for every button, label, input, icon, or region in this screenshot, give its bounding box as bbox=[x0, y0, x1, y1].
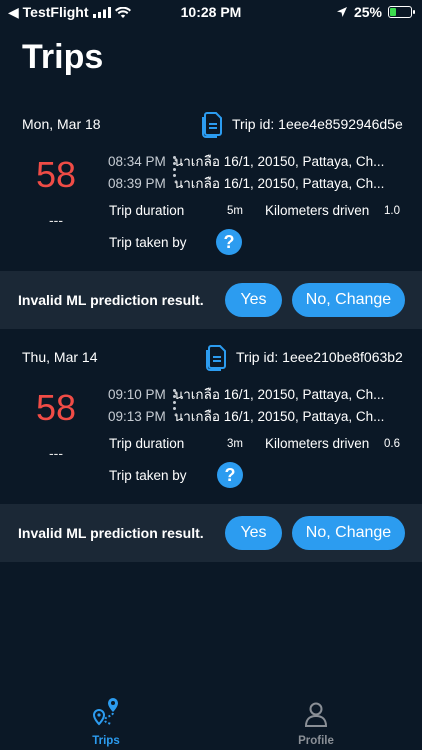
yes-button[interactable]: Yes bbox=[225, 516, 282, 550]
trip-score-sub: --- bbox=[49, 445, 63, 461]
location-arrow-icon bbox=[336, 7, 347, 17]
duration-label: Trip duration bbox=[109, 203, 185, 218]
tab-trips-label: Trips bbox=[92, 735, 120, 747]
trip-start-address: นาเกลือ 16/1, 20150, Pattaya, Ch... bbox=[174, 387, 385, 402]
trip-card[interactable]: Thu, Mar 14 Trip id: 1eee210be8f063b2 58… bbox=[0, 333, 422, 503]
tab-bar: Trips Profile bbox=[0, 690, 422, 750]
battery-icon bbox=[388, 6, 415, 18]
trip-score-sub: --- bbox=[49, 212, 63, 228]
trip-end-time: 08:39 PM bbox=[108, 175, 166, 191]
prediction-text: Invalid ML prediction result. bbox=[18, 292, 204, 308]
trip-end-address: นาเกลือ 16/1, 20150, Pattaya, Ch... bbox=[174, 176, 385, 191]
trip-card[interactable]: Mon, Mar 18 Trip id: 1eee4e8592946d5e 58… bbox=[0, 100, 422, 270]
trip-id-text: Trip id: 1eee4e8592946d5e bbox=[232, 116, 403, 132]
trip-date: Thu, Mar 14 bbox=[22, 349, 98, 365]
duration-label: Trip duration bbox=[109, 436, 185, 451]
tab-profile[interactable]: Profile bbox=[276, 700, 356, 747]
trip-start-time: 09:10 PM bbox=[108, 386, 166, 402]
prediction-text: Invalid ML prediction result. bbox=[18, 525, 204, 541]
trip-start: 09:10 PM นาเกลือ 16/1, 20150, Pattaya, C… bbox=[108, 383, 384, 405]
trip-start: 08:34 PM นาเกลือ 16/1, 20150, Pattaya, C… bbox=[108, 150, 384, 172]
prediction-bar: Invalid ML prediction result. Yes No, Ch… bbox=[0, 504, 422, 562]
trip-date: Mon, Mar 18 bbox=[22, 116, 101, 132]
help-icon[interactable]: ? bbox=[217, 462, 243, 488]
status-right: 25% bbox=[336, 4, 415, 20]
copy-document-icon[interactable] bbox=[204, 343, 228, 371]
route-pin-icon bbox=[92, 698, 118, 726]
km-value: 0.6 bbox=[384, 438, 400, 450]
trip-end: 09:13 PM นาเกลือ 16/1, 20150, Pattaya, C… bbox=[108, 405, 384, 427]
no-change-button[interactable]: No, Change bbox=[292, 516, 405, 550]
yes-button[interactable]: Yes bbox=[225, 283, 282, 317]
trip-id-text: Trip id: 1eee210be8f063b2 bbox=[236, 349, 403, 365]
trip-id[interactable]: Trip id: 1eee4e8592946d5e bbox=[200, 110, 403, 138]
trip-end-time: 09:13 PM bbox=[108, 408, 166, 424]
duration-value: 3m bbox=[227, 438, 243, 450]
trip-score: 58 bbox=[35, 154, 77, 195]
trip-id[interactable]: Trip id: 1eee210be8f063b2 bbox=[204, 343, 403, 371]
person-icon bbox=[304, 702, 328, 727]
trip-end-address: นาเกลือ 16/1, 20150, Pattaya, Ch... bbox=[174, 409, 385, 424]
battery-percent: 25% bbox=[353, 4, 382, 20]
km-value: 1.0 bbox=[384, 205, 400, 217]
km-label: Kilometers driven bbox=[265, 436, 370, 451]
taken-by-label: Trip taken by bbox=[109, 235, 187, 250]
duration-value: 5m bbox=[227, 205, 243, 217]
status-bar: ◀ TestFlight 10:28 PM 25% bbox=[0, 0, 422, 26]
copy-document-icon[interactable] bbox=[200, 110, 224, 138]
help-icon[interactable]: ? bbox=[216, 229, 242, 255]
no-change-button[interactable]: No, Change bbox=[292, 283, 405, 317]
prediction-bar: Invalid ML prediction result. Yes No, Ch… bbox=[0, 271, 422, 329]
trip-start-address: นาเกลือ 16/1, 20150, Pattaya, Ch... bbox=[174, 154, 385, 169]
trip-start-time: 08:34 PM bbox=[108, 153, 166, 169]
tab-profile-label: Profile bbox=[298, 735, 334, 747]
km-label: Kilometers driven bbox=[265, 203, 370, 218]
trip-end: 08:39 PM นาเกลือ 16/1, 20150, Pattaya, C… bbox=[108, 172, 384, 194]
tab-trips[interactable]: Trips bbox=[66, 696, 146, 747]
trip-score: 58 bbox=[35, 387, 77, 428]
taken-by-label: Trip taken by bbox=[109, 468, 187, 483]
page-title: Trips bbox=[22, 38, 104, 76]
